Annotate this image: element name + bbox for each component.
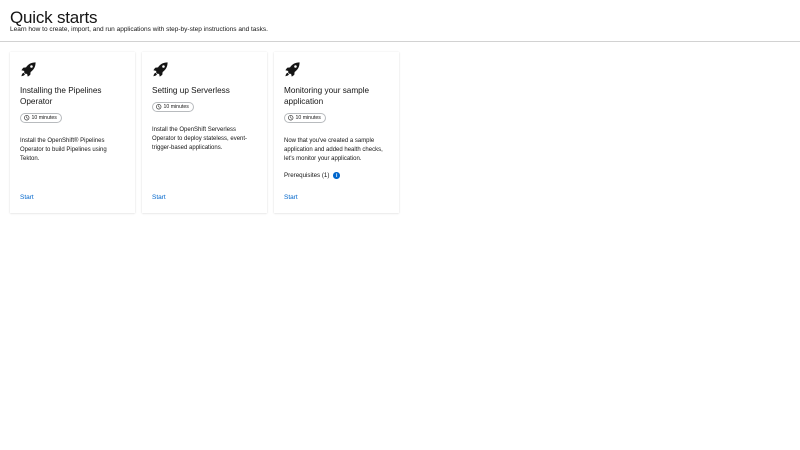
quickstart-card-serverless[interactable]: Setting up Serverless 10 minutes Install… — [142, 52, 267, 213]
card-description: Now that you've created a sample applica… — [284, 138, 383, 162]
card-description: Install the OpenShift Serverless Operato… — [152, 127, 248, 151]
info-icon[interactable]: i — [333, 172, 340, 179]
duration-text: 10 minutes — [295, 115, 321, 121]
page-subtitle: Learn how to create, import, and run app… — [10, 26, 268, 33]
card-title: Installing the Pipelines Operator — [20, 86, 102, 106]
card-title: Monitoring your sample application — [284, 86, 370, 106]
duration-text: 10 minutes — [31, 115, 57, 121]
rocket-icon — [21, 62, 36, 77]
start-link[interactable]: Start — [20, 194, 34, 201]
duration-badge: 10 minutes — [284, 113, 326, 123]
start-link[interactable]: Start — [152, 194, 166, 201]
rocket-icon — [153, 62, 168, 77]
card-title: Setting up Serverless — [152, 86, 230, 95]
page-title: Quick starts — [10, 8, 98, 27]
clock-icon — [24, 115, 30, 121]
duration-badge: 10 minutes — [20, 113, 62, 123]
prerequisites-label[interactable]: Prerequisites (1) — [284, 172, 329, 179]
duration-text: 10 minutes — [163, 104, 189, 110]
prerequisites-toggle[interactable]: Prerequisites (1) i — [284, 172, 340, 179]
quickstart-card-monitoring[interactable]: Monitoring your sample application 10 mi… — [274, 52, 399, 213]
page-header: Quick starts Learn how to create, import… — [0, 0, 800, 42]
start-link[interactable]: Start — [284, 194, 298, 201]
clock-icon — [288, 115, 294, 121]
quickstart-card-pipelines[interactable]: Installing the Pipelines Operator 10 min… — [10, 52, 135, 213]
card-description: Install the OpenShift® Pipelines Operato… — [20, 138, 107, 162]
clock-icon — [156, 104, 162, 110]
rocket-icon — [285, 62, 300, 77]
duration-badge: 10 minutes — [152, 102, 194, 112]
